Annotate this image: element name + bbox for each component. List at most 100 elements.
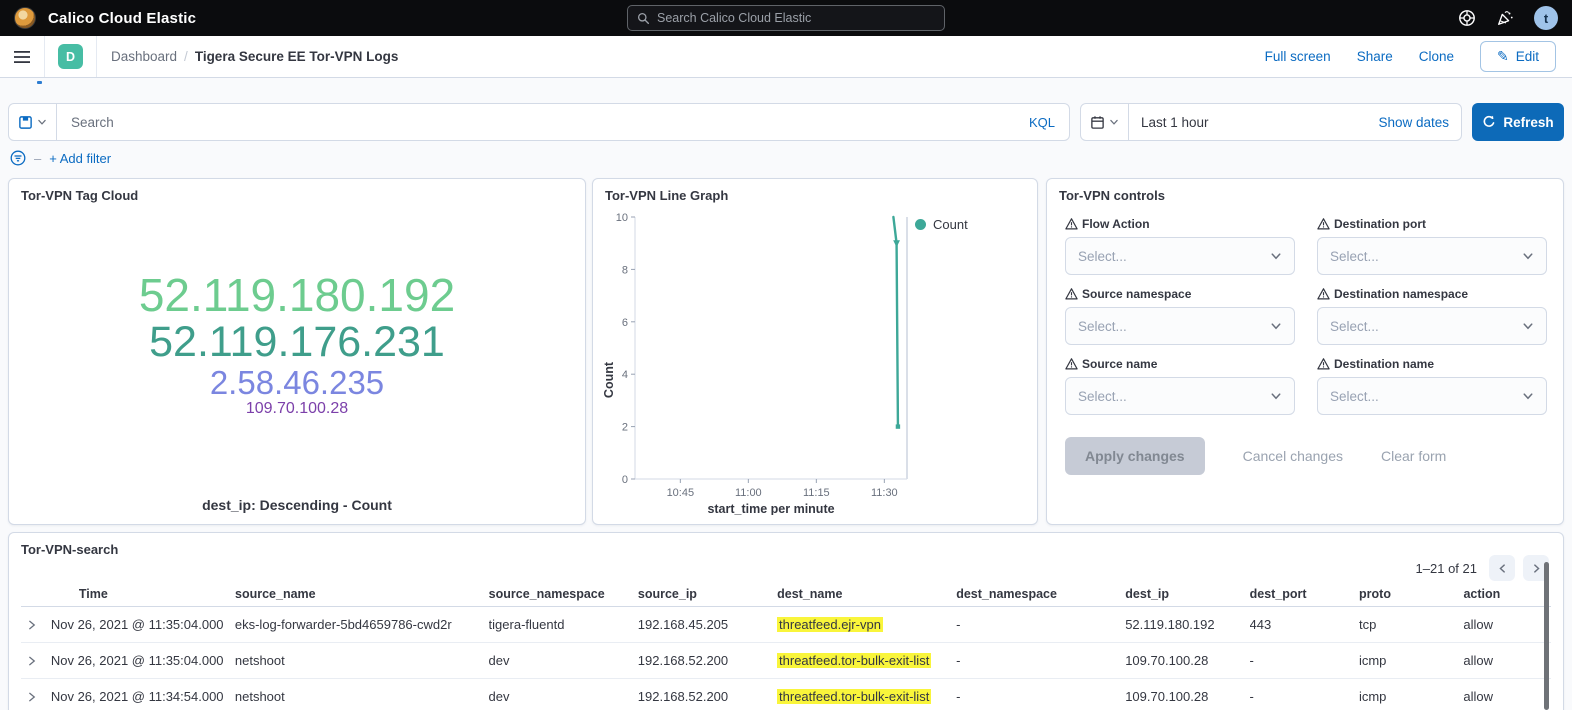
column-header-dest-ip[interactable]: dest_ip — [1125, 587, 1249, 601]
select-flow-action[interactable]: Select... — [1065, 237, 1295, 275]
tag-52-119-176-231[interactable]: 52.119.176.231 — [149, 320, 445, 366]
kql-language-button[interactable]: KQL — [1029, 115, 1069, 130]
column-header-dest-name[interactable]: dest_name — [777, 587, 956, 601]
select-placeholder: Select... — [1078, 389, 1270, 404]
control-field-destination-name: Destination nameSelect... — [1317, 357, 1547, 415]
table-scrollbar[interactable] — [1544, 562, 1549, 710]
cell-time: Nov 26, 2021 @ 11:35:04.000 — [51, 653, 235, 668]
search-icon — [637, 12, 650, 25]
svg-text:6: 6 — [622, 317, 628, 329]
pagination-prev-button[interactable] — [1489, 555, 1515, 581]
table-body: Nov 26, 2021 @ 11:35:04.000eks-log-forwa… — [21, 607, 1551, 710]
chevron-down-icon — [1109, 117, 1119, 127]
select-placeholder: Select... — [1078, 249, 1270, 264]
cell-dest_namespace: - — [956, 653, 1125, 668]
cancel-changes-button[interactable]: Cancel changes — [1243, 448, 1343, 464]
column-header-dest-namespace[interactable]: dest_namespace — [956, 587, 1125, 601]
query-bar: KQL Last 1 hour Show dates — [8, 103, 1564, 141]
svg-text:8: 8 — [622, 264, 628, 276]
clear-form-button[interactable]: Clear form — [1381, 448, 1446, 464]
tag-52-119-180-192[interactable]: 52.119.180.192 — [139, 271, 455, 320]
show-dates-link[interactable]: Show dates — [1378, 115, 1461, 130]
news-party-popper-icon[interactable] — [1496, 9, 1514, 27]
clone-link[interactable]: Clone — [1419, 49, 1454, 64]
legend-label: Count — [933, 217, 968, 232]
svg-text:4: 4 — [622, 369, 628, 381]
kibana-dashboard-page: Calico Cloud Elastic — [0, 0, 1572, 710]
global-search-input[interactable] — [657, 11, 935, 25]
page-title: Tigera Secure EE Tor-VPN Logs — [195, 49, 399, 64]
cell-dest_namespace: - — [956, 689, 1125, 704]
quick-select-time-button[interactable] — [1081, 104, 1129, 140]
select-placeholder: Select... — [1330, 389, 1522, 404]
top-right-icons: t — [1458, 6, 1558, 30]
svg-text:11:15: 11:15 — [803, 487, 830, 499]
calico-logo-icon[interactable] — [14, 7, 36, 29]
column-header-dest-port[interactable]: dest_port — [1250, 587, 1359, 601]
row-expand-button[interactable] — [21, 686, 43, 708]
table-row-2: Nov 26, 2021 @ 11:35:04.000netshootdev19… — [21, 643, 1551, 679]
tag-cloud: 52.119.180.19252.119.176.2312.58.46.2351… — [9, 207, 585, 482]
chevron-down-icon — [1270, 250, 1282, 262]
edit-button[interactable]: ✎ Edit — [1480, 41, 1556, 72]
select-source-name[interactable]: Select... — [1065, 377, 1295, 415]
cell-proto: tcp — [1359, 617, 1463, 632]
refresh-button[interactable]: Refresh — [1472, 103, 1564, 141]
column-header-source-ip[interactable]: source_ip — [638, 587, 777, 601]
column-header-time[interactable]: Time — [51, 587, 235, 601]
column-header-source-name[interactable]: source_name — [235, 587, 489, 601]
tag-2-58-46-235[interactable]: 2.58.46.235 — [210, 366, 384, 401]
apply-changes-button[interactable]: Apply changes — [1065, 437, 1205, 475]
line-chart-plot: 024681010:4511:0011:1511:30start_time pe… — [601, 213, 1031, 515]
cell-source_namespace: dev — [489, 689, 638, 704]
select-destination-namespace[interactable]: Select... — [1317, 307, 1547, 345]
controls-grid: Flow ActionSelect...Destination portSele… — [1065, 217, 1547, 415]
help-life-ring-icon[interactable] — [1458, 9, 1476, 27]
warning-triangle-icon — [1317, 288, 1330, 300]
cell-source_namespace: dev — [489, 653, 638, 668]
dashboard-actions: Full screen Share Clone ✎ Edit — [1265, 41, 1572, 72]
cell-source_name: eks-log-forwarder-5bd4659786-cwd2r — [235, 617, 489, 632]
row-expand-button[interactable] — [21, 614, 43, 636]
legend-item-count[interactable]: Count — [915, 217, 968, 232]
share-link[interactable]: Share — [1357, 49, 1393, 64]
chevron-down-icon — [1522, 320, 1534, 332]
filter-circle-icon[interactable] — [10, 150, 26, 166]
time-range-value[interactable]: Last 1 hour — [1129, 115, 1209, 130]
cell-source_ip: 192.168.45.205 — [638, 617, 777, 632]
cell-dest_name: threatfeed.tor-bulk-exit-list — [777, 653, 956, 668]
global-search-box[interactable] — [627, 5, 945, 31]
cell-action: allow — [1463, 653, 1551, 668]
space-badge[interactable]: D — [58, 44, 83, 69]
chevron-down-icon — [1270, 320, 1282, 332]
breadcrumb-dashboard[interactable]: Dashboard — [111, 49, 177, 64]
svg-text:11:30: 11:30 — [871, 487, 898, 499]
controls-buttons: Apply changes Cancel changes Clear form — [1065, 437, 1446, 475]
chevron-down-icon — [1270, 390, 1282, 402]
select-destination-name[interactable]: Select... — [1317, 377, 1547, 415]
cell-time: Nov 26, 2021 @ 11:35:04.000 — [51, 617, 235, 632]
add-filter-link[interactable]: + Add filter — [49, 151, 111, 166]
select-destination-port[interactable]: Select... — [1317, 237, 1547, 275]
control-field-flow-action: Flow ActionSelect... — [1065, 217, 1295, 275]
saved-query-menu-button[interactable] — [9, 104, 57, 140]
control-label-source-namespace: Source namespace — [1065, 287, 1295, 301]
select-source-namespace[interactable]: Select... — [1065, 307, 1295, 345]
cell-dest_name: threatfeed.ejr-vpn — [777, 617, 956, 632]
pagination-summary: 1–21 of 21 — [1416, 561, 1477, 576]
hamburger-menu-icon[interactable] — [13, 49, 31, 65]
column-header-source-namespace[interactable]: source_namespace — [489, 587, 638, 601]
tag-109-70-100-28[interactable]: 109.70.100.28 — [246, 401, 348, 418]
select-placeholder: Select... — [1078, 319, 1270, 334]
filter-dash: – — [34, 151, 41, 166]
cell-dest_ip: 109.70.100.28 — [1125, 653, 1249, 668]
kql-search-input[interactable] — [57, 115, 1029, 130]
svg-text:0: 0 — [622, 474, 628, 486]
column-header-proto[interactable]: proto — [1359, 587, 1463, 601]
full-screen-link[interactable]: Full screen — [1265, 49, 1331, 64]
cell-dest_name: threatfeed.tor-bulk-exit-list — [777, 689, 956, 704]
user-avatar[interactable]: t — [1534, 6, 1558, 30]
control-field-source-name: Source nameSelect... — [1065, 357, 1295, 415]
row-expand-button[interactable] — [21, 650, 43, 672]
column-header-action[interactable]: action — [1463, 587, 1551, 601]
